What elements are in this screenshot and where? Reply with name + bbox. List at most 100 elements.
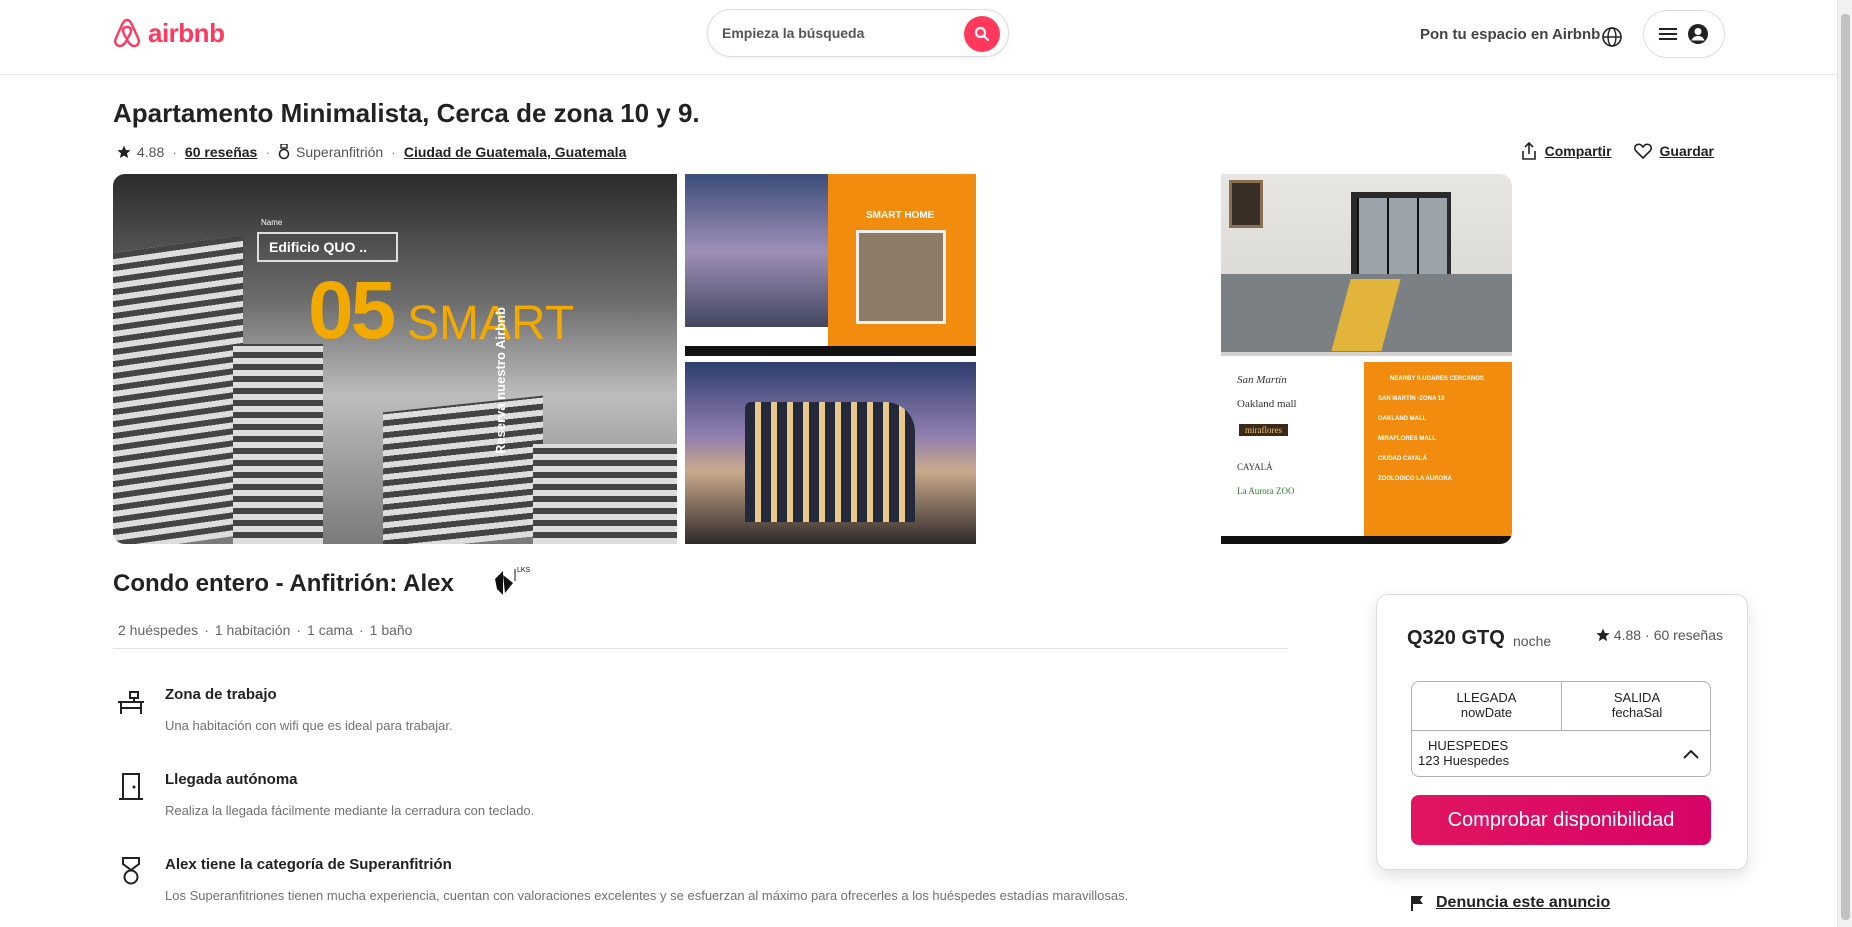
top-navbar: airbnb Empieza la búsqueda Pon tu espaci…: [0, 0, 1852, 75]
airbnb-logo-icon: [114, 18, 140, 48]
feature-description: Los Superanfitriones tienen mucha experi…: [165, 888, 1129, 903]
sign-label: Name: [261, 218, 283, 227]
listing-rating: 4.88: [137, 144, 165, 160]
search-placeholder: Empieza la búsqueda: [722, 25, 865, 41]
floor-plan: [856, 230, 946, 324]
spec-beds: 1 cama: [307, 622, 353, 638]
location-link[interactable]: Ciudad de Guatemala, Guatemala: [404, 144, 627, 160]
feature-description: Una habitación con wifi que es ideal par…: [165, 718, 453, 733]
photo-strip: [1221, 536, 1512, 544]
share-label: Compartir: [1544, 143, 1612, 159]
checkout-label: SALIDA: [1613, 690, 1661, 705]
checkin-field[interactable]: LLEGADA nowDate: [1412, 682, 1562, 730]
reviews-link[interactable]: 60 reseñas: [185, 144, 257, 160]
spec-guests: 2 huéspedes: [118, 622, 199, 638]
price-unit: noche: [1513, 633, 1552, 649]
photo-bedroom[interactable]: [1221, 174, 1512, 356]
share-button[interactable]: Compartir: [1521, 142, 1612, 160]
chevron-up-icon[interactable]: [1682, 748, 1700, 760]
search-bar[interactable]: Empieza la búsqueda: [707, 9, 1009, 57]
feature-title: Zona de trabajo: [165, 686, 277, 703]
nearby-place: MIRAFLORES MALL: [1378, 436, 1436, 442]
logo-zoo: La Aurora ZOO: [1237, 486, 1295, 496]
nearby-place: SAN MARTIN -ZONA 10: [1378, 396, 1445, 402]
photo-smart-home[interactable]: SMART HOME: [685, 174, 976, 356]
desk-icon: [118, 691, 144, 714]
photo-big-word: SMART: [407, 297, 575, 350]
save-button[interactable]: Guardar: [1633, 143, 1714, 159]
checkout-field[interactable]: SALIDA fechaSal: [1562, 682, 1712, 730]
date-guest-picker: LLEGADA nowDate SALIDA fechaSal HUESPEDE…: [1411, 681, 1711, 777]
globe-icon[interactable]: [1601, 26, 1623, 48]
nearby-place: CIUDAD CAYALÁ: [1378, 456, 1427, 462]
separator-dot: ·: [172, 144, 177, 160]
hamburger-icon: [1659, 28, 1677, 40]
separator-dot: ·: [391, 144, 396, 160]
host-avatar[interactable]: LKS: [491, 565, 535, 599]
photo-vertical-text: Reserva nuestro Airbnb: [493, 307, 508, 454]
nearby-place: OAKLAND MALL: [1378, 416, 1427, 422]
airbnb-logo[interactable]: airbnb: [112, 17, 225, 49]
card-rating: 4.88 · 60 reseñas: [1596, 627, 1723, 643]
flag-icon: [1411, 896, 1423, 911]
host-your-space-link[interactable]: Pon tu espacio en Airbnb: [1420, 26, 1600, 43]
medal-icon: [122, 857, 140, 885]
feature-title: Alex tiene la categoría de Superanfitrió…: [165, 856, 452, 873]
nearby-heading: NEARBY /LUGARES CERCANOS: [1390, 376, 1484, 382]
guests-label: HUESPEDES: [1428, 738, 1509, 753]
nearby-place: ZOOLOGICO LA AURORA: [1378, 476, 1452, 482]
smart-home-label: SMART HOME: [866, 210, 935, 221]
brand-logos-strip: [685, 327, 828, 346]
logo-oakland: Oakland mall: [1237, 398, 1297, 410]
page-scrollbar[interactable]: [1837, 0, 1852, 927]
photo-building-exterior[interactable]: [685, 362, 976, 544]
check-availability-button[interactable]: Comprobar disponibilidad: [1411, 795, 1711, 845]
listing-title: Apartamento Minimalista, Cerca de zona 1…: [113, 98, 700, 128]
listing-subheader: 4.88 · 60 reseñas · Superanfitrión · Ciu…: [117, 144, 626, 160]
card-rating-value: 4.88: [1613, 627, 1642, 643]
smart-home-panel: SMART HOME: [828, 174, 976, 346]
superhost-medal-icon: [278, 144, 290, 160]
listing-specs: 2 huéspedes · 1 habitación · 1 cama · 1 …: [118, 622, 412, 638]
logo-san-martin: San Martín: [1237, 374, 1287, 386]
heart-icon: [1633, 143, 1652, 159]
logo-cayala: CAYALÁ: [1237, 462, 1273, 472]
building-name-sign: Edificio QUO ..: [257, 232, 398, 262]
logo-text: airbnb: [148, 17, 225, 48]
nightly-price: Q320 GTQ: [1407, 627, 1505, 649]
photo-nearby-places[interactable]: San Martín Oakland mall miraflores CAYAL…: [1221, 362, 1512, 544]
nearby-panel: NEARBY /LUGARES CERCANOS SAN MARTIN -ZON…: [1364, 362, 1512, 536]
host-title: Condo entero - Anfitrión: Alex: [113, 570, 454, 597]
booking-card: Q320 GTQ noche 4.88 · 60 reseñas LLEGADA…: [1376, 594, 1748, 870]
save-label: Guardar: [1659, 143, 1714, 159]
report-label: Denuncia este anuncio: [1436, 894, 1611, 911]
feature-title: Llegada autónoma: [165, 771, 298, 788]
search-icon: [974, 26, 990, 42]
door-icon: [119, 773, 143, 800]
separator-dot: ·: [296, 622, 302, 638]
photo-main[interactable]: Name Edificio QUO .. 05 SMART Reserva nu…: [113, 174, 677, 544]
star-icon: [117, 145, 131, 159]
user-avatar-icon: [1688, 24, 1708, 44]
report-listing-link[interactable]: Denuncia este anuncio: [1410, 894, 1610, 912]
share-icon: [1521, 142, 1536, 160]
superhost-label: Superanfitrión: [296, 144, 384, 160]
guests-value: 123 Huespedes: [1418, 753, 1510, 768]
card-reviews: 60 reseñas: [1653, 627, 1723, 643]
search-button[interactable]: [964, 16, 1000, 52]
checkin-label: LLEGADA: [1456, 690, 1517, 705]
separator-dot: ·: [204, 622, 209, 638]
star-icon: [1596, 628, 1610, 642]
feature-description: Realiza la llegada fácilmente mediante l…: [165, 803, 535, 818]
host-avatar-text: LKS: [517, 567, 531, 574]
spec-bedrooms: 1 habitación: [214, 622, 291, 638]
separator-dot: ·: [358, 622, 364, 638]
building-render: [745, 402, 915, 522]
section-divider: [113, 648, 1288, 649]
guests-field[interactable]: HUESPEDES 123 Huespedes: [1418, 738, 1509, 768]
checkin-value: nowDate: [1460, 705, 1513, 720]
listing-actions: Compartir Guardar: [1509, 142, 1714, 160]
scrollbar-thumb[interactable]: [1841, 14, 1850, 920]
spec-baths: 1 baño: [369, 622, 413, 638]
user-menu-button[interactable]: [1643, 10, 1725, 58]
